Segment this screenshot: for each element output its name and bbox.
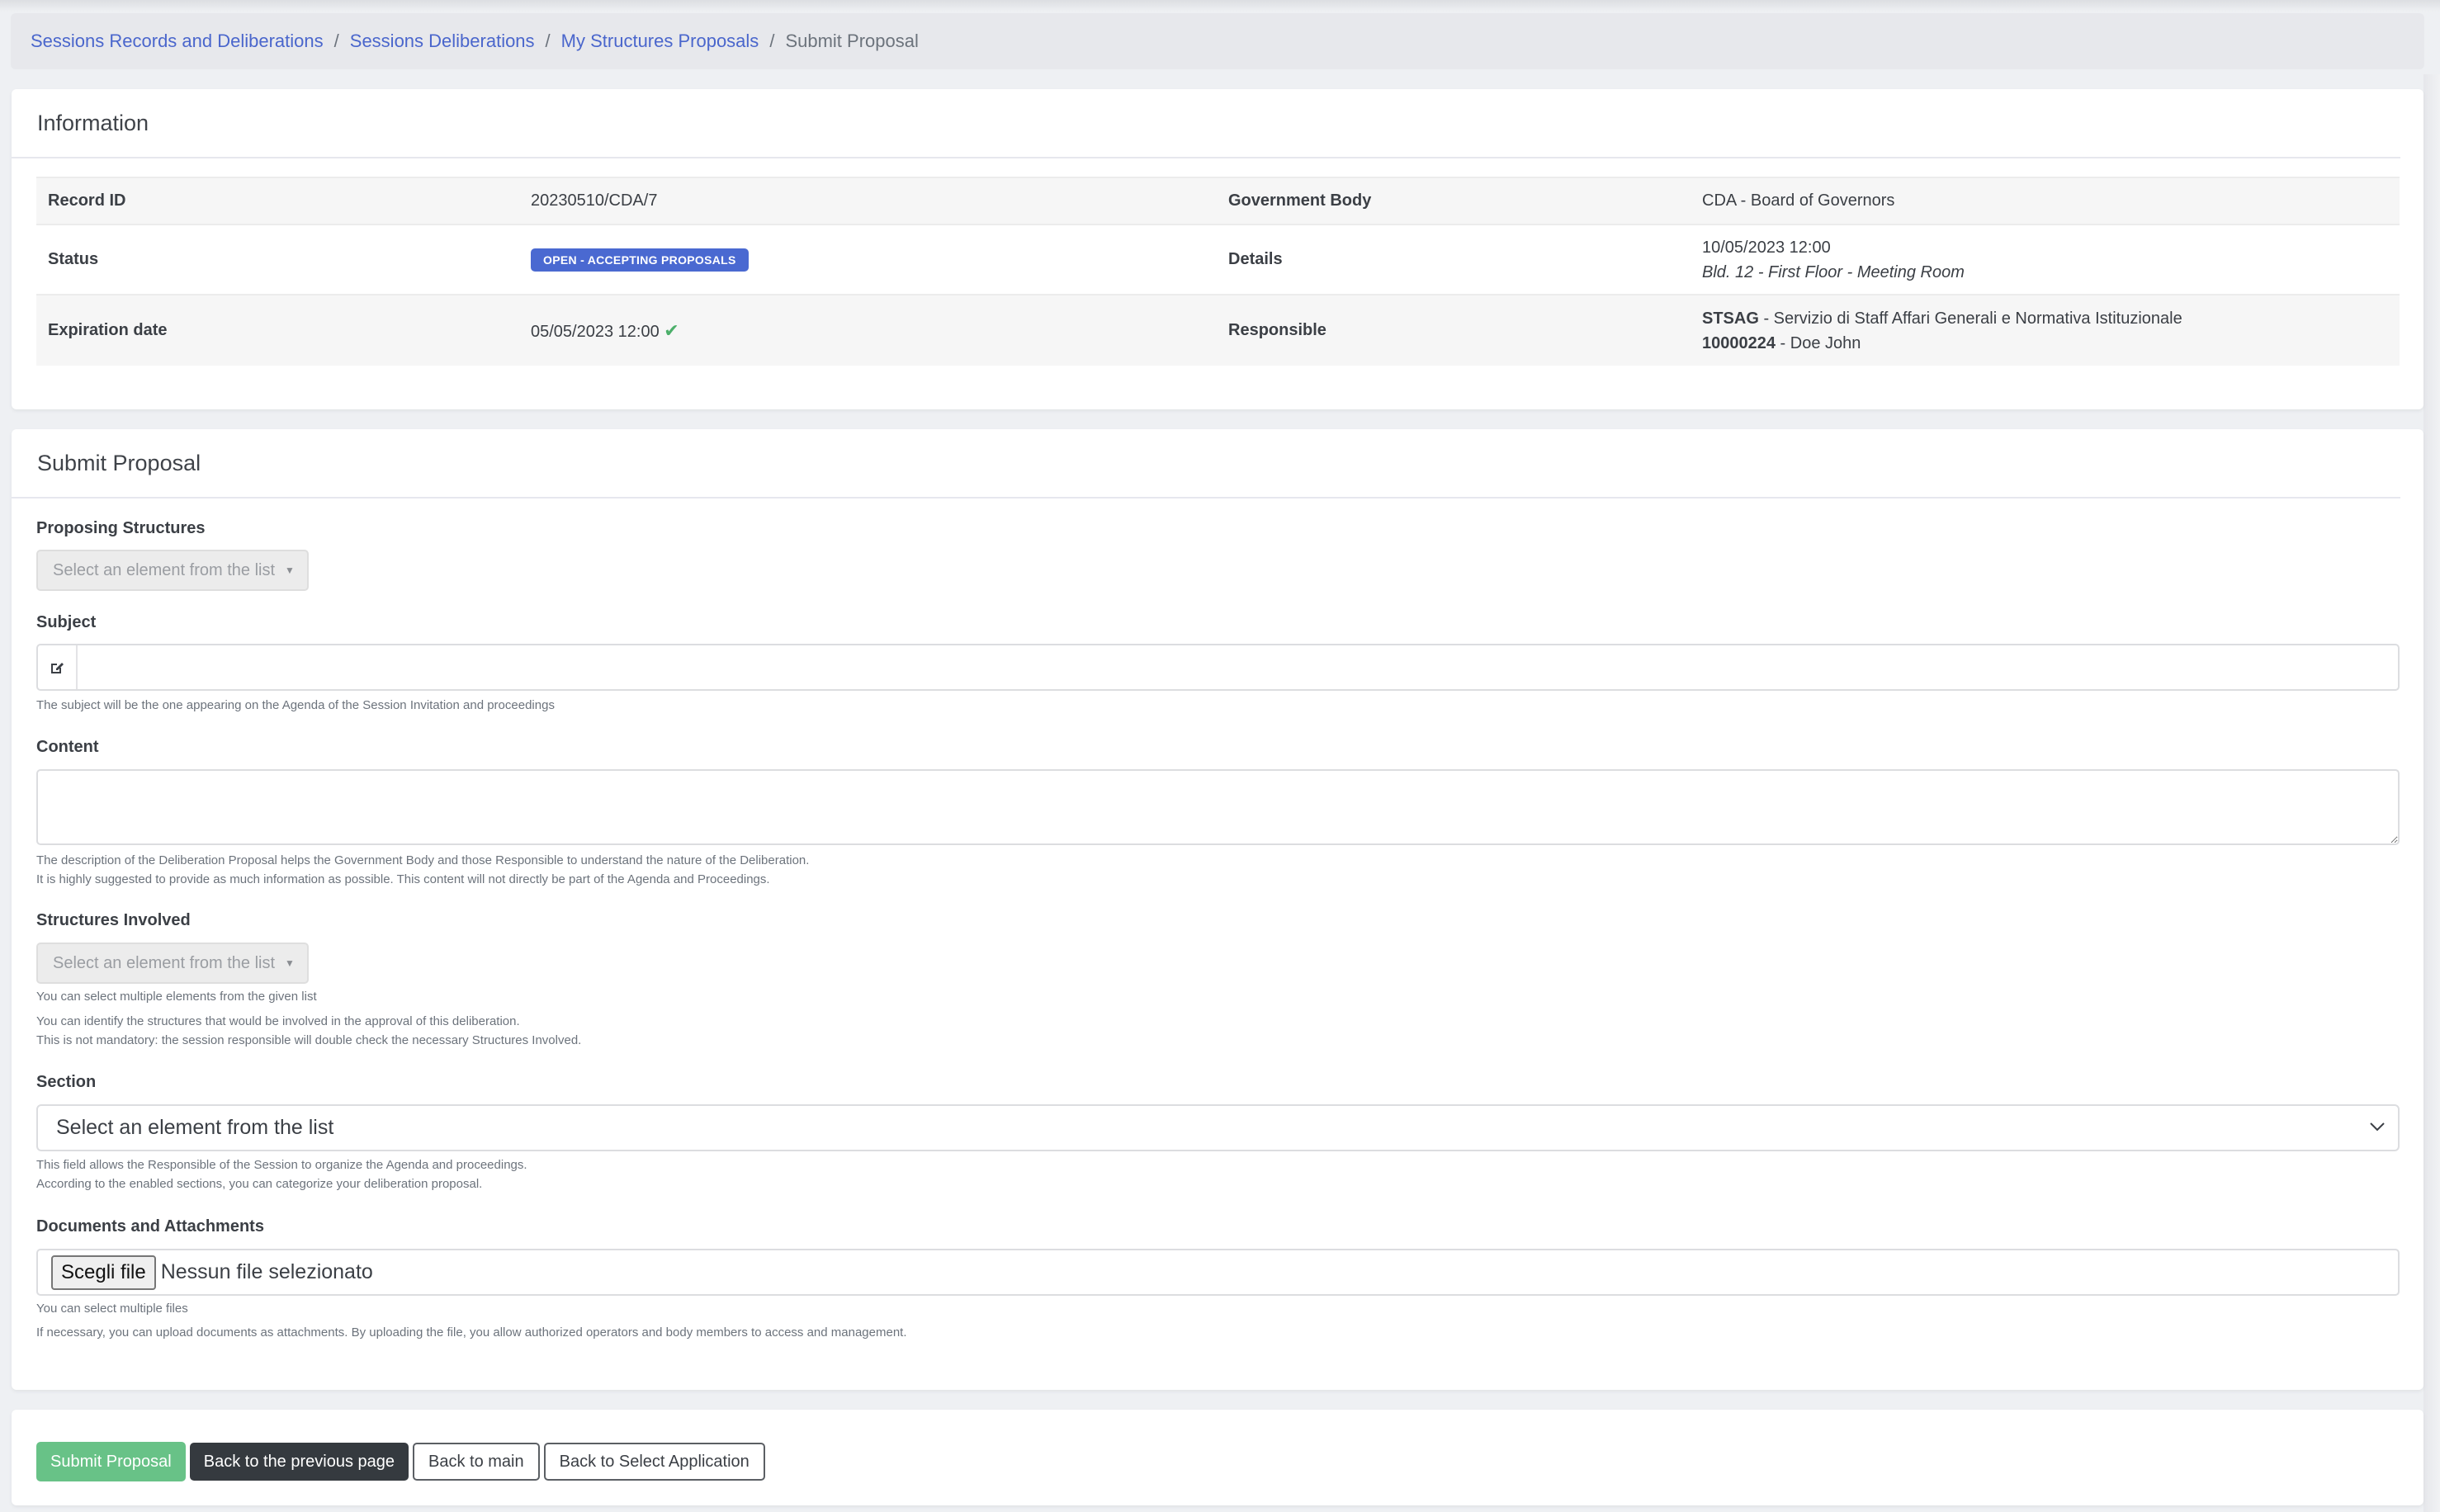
chevron-down-icon [2368, 1117, 2386, 1141]
structures-involved-help-2: You can identify the structures that wou… [36, 1014, 520, 1028]
structures-involved-help-3: This is not mandatory: the session respo… [36, 1033, 582, 1047]
check-icon: ✔ [664, 319, 679, 341]
expiration-date: 05/05/2023 12:00 [531, 322, 660, 341]
section-selected-value: Select an element from the list [56, 1116, 334, 1139]
information-card: Information Record ID 20230510/CDA/7 Gov… [12, 89, 2423, 409]
actions-card: Submit Proposal Back to the previous pag… [12, 1410, 2423, 1505]
no-file-selected-text: Nessun file selezionato [160, 1260, 373, 1283]
submit-proposal-card: Submit Proposal Proposing Structures Sel… [12, 429, 2423, 1390]
subject-help: The subject will be the one appearing on… [36, 698, 555, 712]
breadcrumb-link-my-structures-proposals[interactable]: My Structures Proposals [561, 31, 759, 52]
details-location: Bld. 12 - First Floor - Meeting Room [1702, 262, 1965, 281]
record-id-value: 20230510/CDA/7 [519, 177, 1217, 224]
responsible-person-name: - Doe John [1775, 333, 1861, 352]
status-label: Status [36, 224, 519, 295]
section-select[interactable]: Select an element from the list [36, 1104, 2400, 1151]
breadcrumb-separator: / [769, 31, 775, 51]
responsible-structure-code: STSAG [1702, 309, 1759, 328]
structures-involved-label: Structures Involved [36, 911, 191, 929]
record-id-label: Record ID [36, 177, 519, 224]
responsible-person-id: 10000224 [1702, 333, 1776, 352]
structures-involved-select[interactable]: Select an element from the list ▼ [36, 943, 309, 984]
top-shadow [0, 0, 2440, 12]
back-previous-page-button[interactable]: Back to the previous page [189, 1443, 409, 1481]
breadcrumb-separator: / [333, 31, 339, 51]
table-row: Expiration date 05/05/2023 12:00 ✔ Respo… [36, 294, 2400, 366]
expiration-label: Expiration date [36, 294, 519, 366]
documents-label: Documents and Attachments [36, 1217, 264, 1236]
content-textarea[interactable] [36, 769, 2400, 845]
content-help-1: The description of the Deliberation Prop… [36, 853, 810, 867]
responsible-person: 10000224 - Doe John [1702, 331, 2388, 356]
breadcrumb-separator: / [545, 31, 551, 51]
subject-input[interactable] [78, 645, 2398, 689]
proposing-structures-label: Proposing Structures [36, 519, 206, 537]
responsible-structure: STSAG - Servizio di Staff Affari General… [1702, 306, 2388, 331]
details-cell: 10/05/2023 12:00 Bld. 12 - First Floor -… [1691, 224, 2400, 295]
breadcrumb-link-sessions-deliberations[interactable]: Sessions Deliberations [350, 31, 535, 52]
caret-down-icon: ▼ [285, 957, 295, 969]
table-row: Status OPEN - ACCEPTING PROPOSALS Detail… [36, 224, 2400, 295]
caret-down-icon: ▼ [285, 565, 295, 576]
proposing-structures-select[interactable]: Select an element from the list ▼ [36, 550, 309, 591]
edit-icon [38, 645, 78, 689]
status-badge: OPEN - ACCEPTING PROPOSALS [531, 248, 749, 272]
responsible-cell: STSAG - Servizio di Staff Affari General… [1691, 294, 2400, 366]
back-to-main-button[interactable]: Back to main [413, 1443, 540, 1481]
content-label: Content [36, 738, 99, 756]
status-cell: OPEN - ACCEPTING PROPOSALS [519, 224, 1217, 295]
government-body-value: CDA - Board of Governors [1691, 177, 2400, 224]
information-table: Record ID 20230510/CDA/7 Government Body… [36, 177, 2400, 366]
documents-help-2: If necessary, you can upload documents a… [36, 1325, 907, 1340]
breadcrumb-current: Submit Proposal [785, 31, 919, 51]
details-datetime: 10/05/2023 12:00 [1702, 238, 1831, 257]
subject-label: Subject [36, 613, 97, 631]
breadcrumb: Sessions Records and Deliberations / Ses… [11, 13, 2424, 69]
proposing-structures-placeholder: Select an element from the list [53, 560, 276, 579]
table-row: Record ID 20230510/CDA/7 Government Body… [36, 177, 2400, 224]
documents-file-input: Scegli file Nessun file selezionato [36, 1249, 2400, 1296]
section-help-2: According to the enabled sections, you c… [36, 1177, 483, 1191]
section-help-1: This field allows the Responsible of the… [36, 1158, 527, 1172]
action-buttons: Submit Proposal Back to the previous pag… [36, 1442, 765, 1481]
government-body-label: Government Body [1217, 177, 1691, 224]
responsible-structure-name: - Servizio di Staff Affari Generali e No… [1758, 309, 2182, 328]
expiration-cell: 05/05/2023 12:00 ✔ [519, 294, 1217, 366]
back-to-select-application-button[interactable]: Back to Select Application [543, 1443, 765, 1481]
information-title: Information [12, 89, 2400, 158]
details-label: Details [1217, 224, 1691, 295]
submit-proposal-button[interactable]: Submit Proposal [36, 1442, 186, 1481]
documents-help-1: You can select multiple files [36, 1302, 188, 1316]
content-help-2: It is highly suggested to provide as muc… [36, 872, 770, 886]
scrollbar-track [2423, 74, 2440, 1512]
choose-file-button[interactable]: Scegli file [51, 1254, 156, 1290]
responsible-label: Responsible [1217, 294, 1691, 366]
subject-input-group [36, 644, 2400, 691]
structures-involved-help-1: You can select multiple elements from th… [36, 990, 317, 1004]
submit-proposal-title: Submit Proposal [12, 429, 2400, 498]
structures-involved-placeholder: Select an element from the list [53, 953, 276, 972]
breadcrumb-link-sessions-records[interactable]: Sessions Records and Deliberations [31, 31, 324, 52]
section-label: Section [36, 1073, 97, 1091]
